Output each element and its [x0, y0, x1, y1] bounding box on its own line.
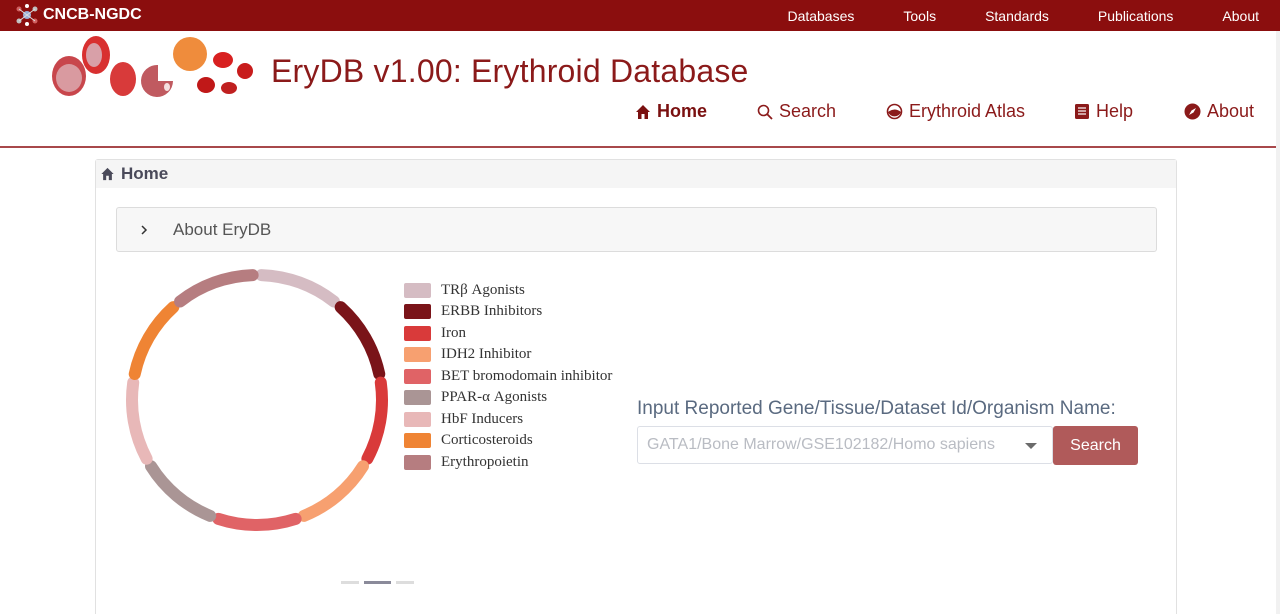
nav-erythroid-atlas[interactable]: Erythroid Atlas	[886, 101, 1025, 122]
legend-swatch	[404, 411, 431, 427]
carousel-indicators	[341, 581, 414, 584]
erydb-logo[interactable]	[48, 33, 263, 103]
accordion-label: About EryDB	[173, 219, 272, 239]
carousel-dot-2[interactable]	[364, 581, 391, 584]
topnav-standards[interactable]: Standards	[985, 8, 1049, 24]
donut-segment[interactable]	[297, 460, 370, 522]
brand-name: CNCB-NGDC	[43, 6, 142, 23]
compass-icon	[1184, 103, 1201, 120]
search-button[interactable]: Search	[1053, 426, 1138, 465]
carousel-dot-3[interactable]	[396, 581, 414, 584]
nav-home-label: Home	[657, 101, 708, 121]
top-nav: Databases Tools Standards Publications A…	[787, 0, 1259, 31]
legend-item[interactable]: Iron	[404, 324, 466, 342]
donut-segment[interactable]	[174, 269, 259, 308]
caret-down-icon[interactable]	[1025, 443, 1037, 449]
topnav-about[interactable]: About	[1222, 8, 1259, 24]
legend-swatch	[404, 390, 431, 405]
legend-swatch	[404, 347, 431, 362]
legend-label: BET bromodomain inhibitor	[441, 367, 613, 384]
topnav-tools[interactable]: Tools	[903, 8, 936, 24]
nav-search[interactable]: Search	[757, 101, 836, 122]
chevron-right-icon	[141, 224, 148, 235]
legend-label: HbF Inducers	[441, 410, 524, 427]
category-donut-chart	[126, 269, 388, 531]
nav-atlas-label: Erythroid Atlas	[909, 101, 1026, 121]
legend-label: PPAR-α Agonists	[441, 389, 548, 405]
legend-item[interactable]: PPAR-α Agonists	[404, 389, 547, 407]
breadcrumb: Home	[96, 160, 1176, 188]
donut-segment[interactable]	[361, 376, 388, 465]
legend-swatch	[404, 368, 431, 384]
nav-home[interactable]: Home	[635, 101, 707, 122]
legend-item[interactable]: Corticosteroids	[404, 432, 533, 450]
legend-swatch	[404, 304, 431, 319]
donut-segment[interactable]	[126, 376, 153, 465]
legend-swatch	[404, 325, 431, 341]
legend-item[interactable]: TRβ Agonists	[404, 281, 525, 299]
legend-swatch	[404, 282, 431, 298]
topnav-publications[interactable]: Publications	[1098, 8, 1174, 24]
book-icon	[1075, 104, 1089, 119]
legend-label: Erythropoietin	[441, 453, 529, 470]
legend-item[interactable]: BET bromodomain inhibitor	[404, 367, 612, 385]
donut-segment[interactable]	[334, 301, 386, 381]
main-nav: Home Search Erythroid Atlas Help About	[0, 101, 1276, 125]
donut-segment[interactable]	[255, 269, 340, 308]
legend-label: TRβ Agonists	[441, 281, 525, 298]
legend-item[interactable]: HbF Inducers	[404, 410, 523, 428]
site-header: EryDB v1.00: Erythroid Database Home Sea…	[0, 31, 1276, 148]
legend-label: ERBB Inhibitors	[441, 303, 543, 319]
top-bar: CNCB-NGDC Databases Tools Standards Publ…	[0, 0, 1280, 31]
legend-swatch	[404, 454, 431, 470]
donut-segment[interactable]	[144, 460, 217, 522]
nav-about[interactable]: About	[1184, 101, 1254, 122]
legend-item[interactable]: ERBB Inhibitors	[404, 303, 542, 321]
breadcrumb-title: Home	[121, 164, 169, 183]
topnav-databases[interactable]: Databases	[787, 8, 854, 24]
search-label: Input Reported Gene/Tissue/Dataset Id/Or…	[637, 398, 1116, 419]
donut-segment[interactable]	[128, 301, 180, 381]
page-scrollbar[interactable]	[1276, 31, 1280, 614]
donut-segment[interactable]	[212, 512, 302, 531]
atlas-icon	[886, 103, 903, 120]
search-input[interactable]	[647, 436, 1007, 454]
cncb-brand[interactable]: CNCB-NGDC	[14, 3, 142, 27]
home-icon	[101, 167, 114, 181]
search-select[interactable]	[637, 426, 1053, 464]
nav-help[interactable]: Help	[1074, 101, 1133, 122]
carousel-dot-1[interactable]	[341, 581, 359, 584]
legend-label: Corticosteroids	[441, 432, 533, 448]
home-icon	[636, 104, 650, 119]
site-title: EryDB v1.00: Erythroid Database	[271, 53, 749, 89]
nav-about-label: About	[1207, 101, 1255, 121]
legend-label: Iron	[441, 324, 466, 341]
search-icon	[757, 104, 773, 120]
legend-item[interactable]: IDH2 Inhibitor	[404, 346, 531, 364]
legend-item[interactable]: Erythropoietin	[404, 453, 528, 471]
cncb-logo-icon	[16, 4, 38, 26]
legend-swatch	[404, 433, 431, 448]
legend-label: IDH2 Inhibitor	[441, 346, 532, 362]
about-erydb-accordion[interactable]: About EryDB	[116, 207, 1157, 252]
nav-search-label: Search	[779, 101, 837, 121]
nav-help-label: Help	[1096, 101, 1134, 121]
